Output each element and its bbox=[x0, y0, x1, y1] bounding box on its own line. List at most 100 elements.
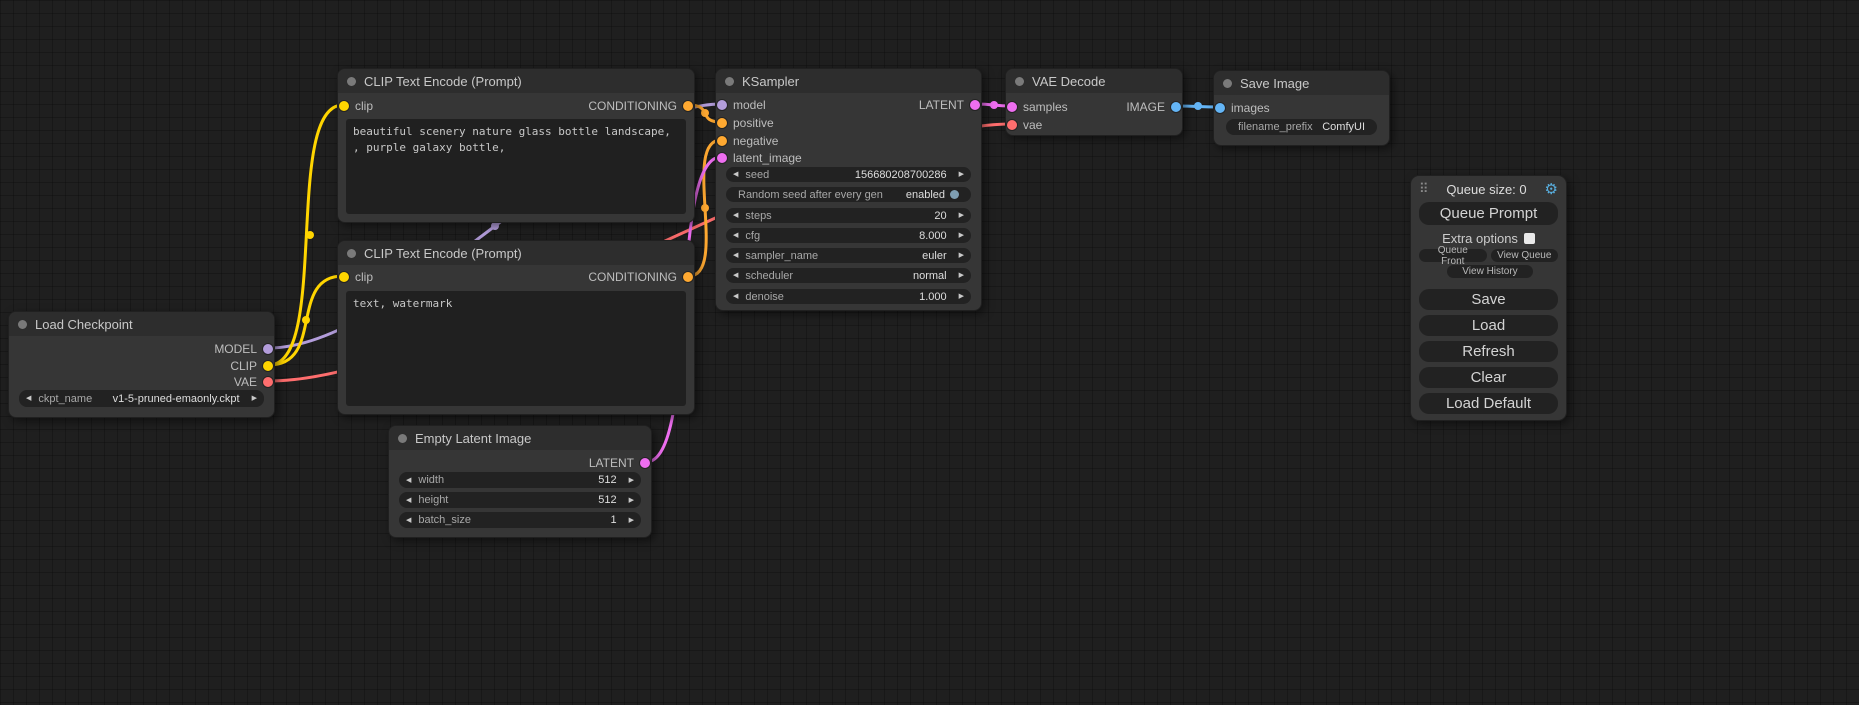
increment-arrow-icon[interactable]: ▶ bbox=[952, 212, 971, 219]
node-collapse-dot[interactable] bbox=[398, 434, 407, 443]
decrement-arrow-icon[interactable]: ◀ bbox=[399, 497, 418, 504]
increment-arrow-icon[interactable]: ▶ bbox=[952, 252, 971, 259]
node-title: Empty Latent Image bbox=[415, 431, 531, 446]
input-slot-latent-image: latent_image bbox=[716, 150, 981, 166]
queue-small-buttons-row: Queue Front View Queue bbox=[1419, 249, 1558, 262]
slot-label: vae bbox=[1023, 118, 1042, 132]
wire-midpoint-dot bbox=[306, 231, 314, 239]
node-collapse-dot[interactable] bbox=[347, 77, 356, 86]
slot-dot-vae[interactable] bbox=[263, 377, 273, 387]
node-collapse-dot[interactable] bbox=[1223, 79, 1232, 88]
slot-label: LATENT bbox=[919, 98, 964, 112]
slot-dot-conditioning[interactable] bbox=[717, 118, 727, 128]
decrement-arrow-icon[interactable]: ◀ bbox=[726, 212, 745, 219]
node-save-image[interactable]: Save Image images filename_prefix ComfyU… bbox=[1213, 70, 1390, 146]
decrement-arrow-icon[interactable]: ◀ bbox=[726, 272, 745, 279]
increment-arrow-icon[interactable]: ▶ bbox=[952, 293, 971, 300]
widget-cfg[interactable]: ◀ cfg 8.000 ▶ bbox=[726, 228, 971, 243]
input-slot-positive: positive bbox=[716, 115, 981, 131]
slot-dot-image[interactable] bbox=[1171, 102, 1181, 112]
increment-arrow-icon[interactable]: ▶ bbox=[622, 497, 641, 504]
view-queue-button[interactable]: View Queue bbox=[1491, 249, 1559, 262]
decrement-arrow-icon[interactable]: ◀ bbox=[19, 395, 38, 402]
negative-prompt-textarea[interactable]: text, watermark bbox=[346, 291, 686, 406]
drag-handle-icon[interactable]: ⠿ bbox=[1419, 181, 1429, 197]
queue-prompt-button[interactable]: Queue Prompt bbox=[1419, 202, 1558, 225]
decrement-arrow-icon[interactable]: ◀ bbox=[399, 477, 418, 484]
positive-prompt-textarea[interactable]: beautiful scenery nature glass bottle la… bbox=[346, 119, 686, 214]
widget-value: enabled bbox=[906, 189, 945, 201]
node-title-bar[interactable]: VAE Decode bbox=[1006, 69, 1182, 93]
widget-ckpt-name[interactable]: ◀ ckpt_name v1-5-pruned-emaonly.ckpt ▶ bbox=[19, 390, 264, 407]
refresh-button[interactable]: Refresh bbox=[1419, 341, 1558, 362]
slot-dot-vae[interactable] bbox=[1007, 120, 1017, 130]
widget-random-seed-toggle[interactable]: Random seed after every gen enabled bbox=[726, 187, 971, 202]
load-button[interactable]: Load bbox=[1419, 315, 1558, 336]
decrement-arrow-icon[interactable]: ◀ bbox=[726, 293, 745, 300]
widget-denoise[interactable]: ◀ denoise 1.000 ▶ bbox=[726, 289, 971, 304]
slot-dot-latent[interactable] bbox=[640, 458, 650, 468]
increment-arrow-icon[interactable]: ▶ bbox=[622, 517, 641, 524]
widget-label: scheduler bbox=[745, 270, 793, 282]
node-empty-latent-image[interactable]: Empty Latent Image LATENT ◀ width 512 ▶ … bbox=[388, 425, 652, 538]
increment-arrow-icon[interactable]: ▶ bbox=[952, 232, 971, 239]
widget-scheduler[interactable]: ◀ scheduler normal ▶ bbox=[726, 268, 971, 283]
node-collapse-dot[interactable] bbox=[1015, 77, 1024, 86]
slot-dot-conditioning[interactable] bbox=[717, 136, 727, 146]
node-clip-text-encode-positive[interactable]: CLIP Text Encode (Prompt) clip CONDITION… bbox=[337, 68, 695, 223]
decrement-arrow-icon[interactable]: ◀ bbox=[726, 171, 745, 178]
increment-arrow-icon[interactable]: ▶ bbox=[245, 395, 264, 402]
slot-dot-latent[interactable] bbox=[717, 153, 727, 163]
node-title-bar[interactable]: Load Checkpoint bbox=[9, 312, 274, 336]
node-collapse-dot[interactable] bbox=[18, 320, 27, 329]
node-title-bar[interactable]: Save Image bbox=[1214, 71, 1389, 95]
extra-options-checkbox[interactable] bbox=[1524, 233, 1535, 244]
widget-label: cfg bbox=[745, 230, 760, 242]
node-clip-text-encode-negative[interactable]: CLIP Text Encode (Prompt) clip CONDITION… bbox=[337, 240, 695, 415]
load-default-button[interactable]: Load Default bbox=[1419, 393, 1558, 414]
queue-front-button[interactable]: Queue Front bbox=[1419, 249, 1487, 262]
decrement-arrow-icon[interactable]: ◀ bbox=[399, 517, 418, 524]
input-slot-images: images bbox=[1214, 100, 1389, 116]
widget-batch-size[interactable]: ◀ batch_size 1 ▶ bbox=[399, 512, 641, 528]
toggle-dot-icon[interactable] bbox=[950, 190, 959, 199]
node-title-bar[interactable]: KSampler bbox=[716, 69, 981, 93]
output-slot-model: MODEL bbox=[9, 341, 274, 357]
settings-gear-icon[interactable]: ⚙ bbox=[1545, 182, 1558, 197]
node-graph-canvas[interactable]: Load Checkpoint MODEL CLIP VAE ◀ ckpt_na… bbox=[0, 0, 1859, 705]
widget-sampler-name[interactable]: ◀ sampler_name euler ▶ bbox=[726, 248, 971, 263]
widget-steps[interactable]: ◀ steps 20 ▶ bbox=[726, 208, 971, 223]
node-title-bar[interactable]: CLIP Text Encode (Prompt) bbox=[338, 241, 694, 265]
decrement-arrow-icon[interactable]: ◀ bbox=[726, 232, 745, 239]
node-vae-decode[interactable]: VAE Decode samples IMAGE vae bbox=[1005, 68, 1183, 136]
increment-arrow-icon[interactable]: ▶ bbox=[952, 171, 971, 178]
increment-arrow-icon[interactable]: ▶ bbox=[952, 272, 971, 279]
node-load-checkpoint[interactable]: Load Checkpoint MODEL CLIP VAE ◀ ckpt_na… bbox=[8, 311, 275, 418]
slot-dot-image[interactable] bbox=[1215, 103, 1225, 113]
decrement-arrow-icon[interactable]: ◀ bbox=[726, 252, 745, 259]
node-title-bar[interactable]: Empty Latent Image bbox=[389, 426, 651, 450]
save-button[interactable]: Save bbox=[1419, 289, 1558, 310]
output-slot-latent: LATENT bbox=[389, 455, 651, 471]
output-slot-conditioning: CONDITIONING bbox=[338, 269, 694, 285]
increment-arrow-icon[interactable]: ▶ bbox=[622, 477, 641, 484]
clear-button[interactable]: Clear bbox=[1419, 367, 1558, 388]
slot-dot-clip[interactable] bbox=[263, 361, 273, 371]
node-collapse-dot[interactable] bbox=[347, 249, 356, 258]
widget-filename-prefix[interactable]: filename_prefix ComfyUI bbox=[1226, 119, 1377, 135]
node-ksampler[interactable]: KSampler model LATENT positive negative … bbox=[715, 68, 982, 311]
widget-height[interactable]: ◀ height 512 ▶ bbox=[399, 492, 641, 508]
view-history-button[interactable]: View History bbox=[1447, 265, 1533, 278]
output-slot-image: IMAGE bbox=[1006, 99, 1182, 115]
widget-value: 20 bbox=[934, 210, 951, 222]
slot-dot-conditioning[interactable] bbox=[683, 272, 693, 282]
slot-dot-conditioning[interactable] bbox=[683, 101, 693, 111]
widget-width[interactable]: ◀ width 512 ▶ bbox=[399, 472, 641, 488]
node-title-bar[interactable]: CLIP Text Encode (Prompt) bbox=[338, 69, 694, 93]
widget-seed[interactable]: ◀ seed 156680208700286 ▶ bbox=[726, 167, 971, 182]
wire-midpoint-dot bbox=[701, 204, 709, 212]
slot-label: IMAGE bbox=[1126, 100, 1165, 114]
node-collapse-dot[interactable] bbox=[725, 77, 734, 86]
slot-dot-model[interactable] bbox=[263, 344, 273, 354]
slot-dot-latent[interactable] bbox=[970, 100, 980, 110]
